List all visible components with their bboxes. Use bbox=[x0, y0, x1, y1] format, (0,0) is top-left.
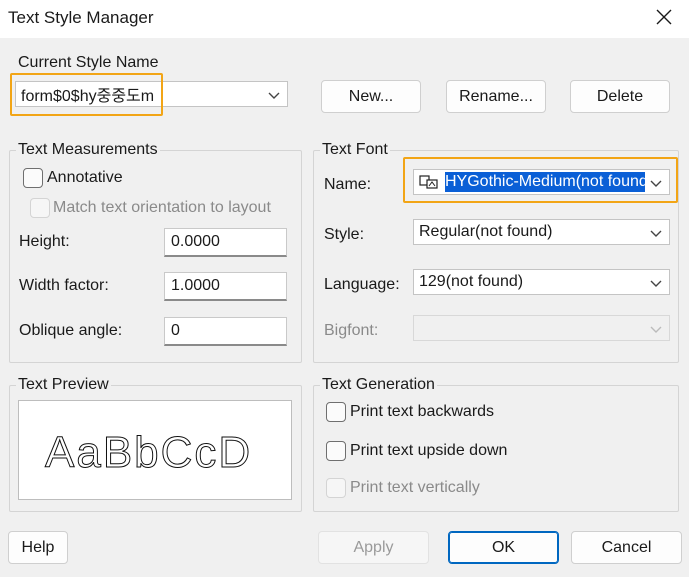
print-backwards-checkbox[interactable] bbox=[326, 402, 346, 422]
font-style-value: Regular(not found) bbox=[419, 223, 553, 240]
chevron-down-icon bbox=[649, 322, 663, 336]
title-bar: Text Style Manager bbox=[0, 0, 689, 38]
print-upside-down-label: Print text upside down bbox=[350, 442, 508, 459]
font-style-combo[interactable]: Regular(not found) bbox=[413, 219, 670, 245]
chevron-down-icon bbox=[649, 276, 663, 290]
font-name-highlight bbox=[403, 157, 678, 203]
help-button[interactable]: Help bbox=[8, 531, 68, 564]
cancel-button[interactable]: Cancel bbox=[571, 531, 682, 564]
font-legend: Text Font bbox=[322, 141, 388, 158]
measurements-legend: Text Measurements bbox=[18, 141, 158, 158]
language-combo[interactable]: 129(not found) bbox=[413, 269, 670, 295]
width-factor-label: Width factor: bbox=[19, 277, 109, 294]
new-button[interactable]: New... bbox=[321, 80, 421, 113]
delete-button[interactable]: Delete bbox=[570, 80, 670, 113]
oblique-angle-label: Oblique angle: bbox=[19, 322, 123, 339]
language-label: Language: bbox=[324, 276, 400, 293]
apply-button[interactable]: Apply bbox=[318, 531, 429, 564]
generation-legend: Text Generation bbox=[322, 376, 435, 393]
height-input[interactable]: 0.0000 bbox=[164, 228, 287, 257]
print-backwards-label: Print text backwards bbox=[350, 403, 495, 420]
preview-canvas: AaBbCcD bbox=[18, 400, 292, 500]
preview-sample-text: AaBbCcD bbox=[45, 428, 252, 477]
current-style-legend: Current Style Name bbox=[18, 54, 159, 71]
annotative-checkbox[interactable] bbox=[23, 168, 43, 188]
bigfont-combo[interactable] bbox=[413, 315, 670, 341]
height-label: Height: bbox=[19, 233, 70, 250]
font-style-label: Style: bbox=[324, 226, 365, 243]
language-value: 129(not found) bbox=[419, 273, 524, 290]
match-orientation-checkbox[interactable] bbox=[30, 198, 50, 218]
oblique-angle-input[interactable]: 0 bbox=[164, 317, 287, 346]
print-upside-down-checkbox[interactable] bbox=[326, 441, 346, 461]
close-icon[interactable] bbox=[653, 6, 675, 28]
width-factor-input[interactable]: 1.0000 bbox=[164, 272, 287, 301]
style-name-highlight bbox=[10, 73, 163, 116]
font-name-label: Name: bbox=[324, 176, 372, 193]
annotative-label: Annotative bbox=[47, 169, 123, 186]
match-orientation-label: Match text orientation to layout bbox=[53, 199, 271, 216]
rename-button[interactable]: Rename... bbox=[446, 80, 546, 113]
print-vertically-label: Print text vertically bbox=[350, 479, 480, 496]
bigfont-label: Bigfont: bbox=[324, 322, 379, 339]
chevron-down-icon bbox=[267, 88, 281, 102]
print-vertically-checkbox[interactable] bbox=[326, 478, 346, 498]
preview-legend: Text Preview bbox=[18, 376, 109, 393]
window-title: Text Style Manager bbox=[8, 8, 154, 27]
ok-button[interactable]: OK bbox=[448, 531, 559, 564]
chevron-down-icon bbox=[649, 226, 663, 240]
